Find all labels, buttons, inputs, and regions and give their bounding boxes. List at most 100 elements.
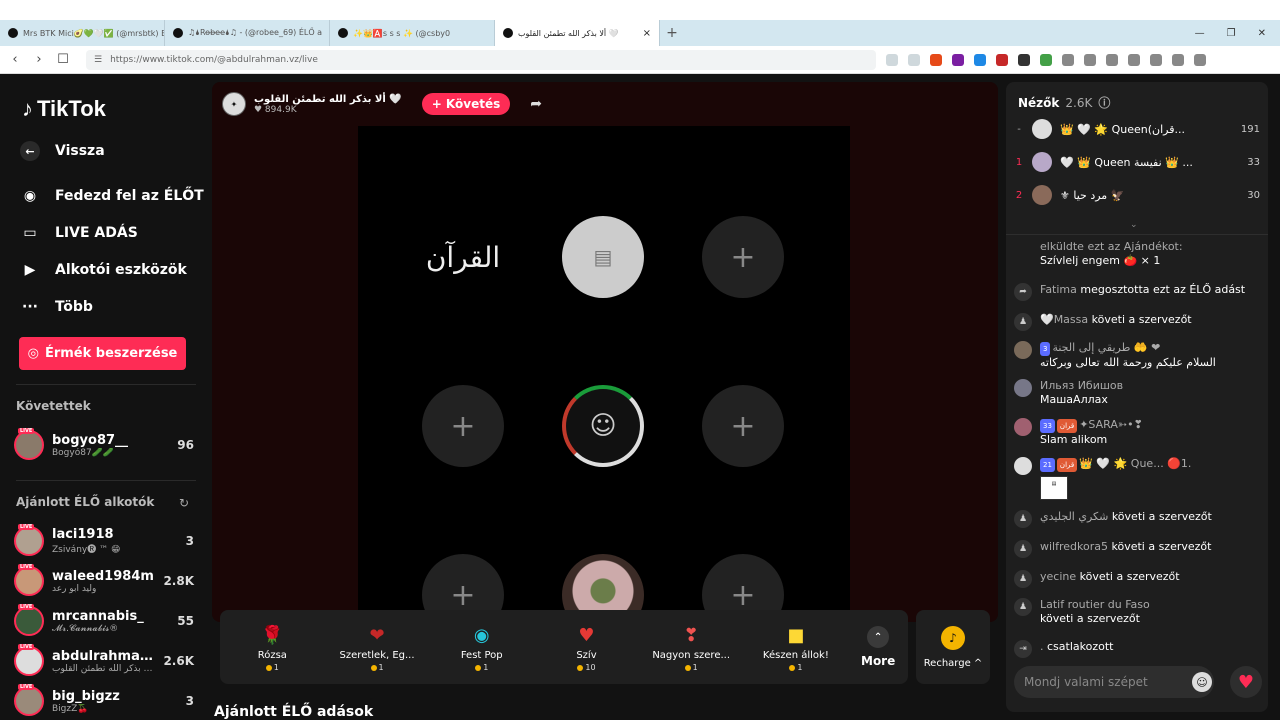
message-name[interactable]: yecine — [1040, 570, 1076, 583]
browser-tab[interactable]: Mrs BTK Mici🥑💚🤍✅ (@mrsbtk) E — [0, 20, 165, 46]
chat-follow-message: ♟ yecine követi a szervezőt — [1014, 570, 1262, 588]
extension-icon[interactable] — [1084, 53, 1096, 66]
chevron-down-icon[interactable]: ⌄ — [1130, 220, 1138, 230]
viewers-header[interactable]: Nézők 2.6K ⓘ — [1018, 94, 1110, 111]
gift-item[interactable]: ◉ Fest Pop 1 — [429, 622, 534, 673]
site-info-icon[interactable]: ☰ — [94, 55, 102, 65]
refresh-icon[interactable]: ↻ — [179, 496, 189, 510]
recommended-item[interactable]: LIVE abdulrahman... ألا بذكر الله تطمئن ا… — [14, 643, 194, 679]
recharge-button[interactable]: ♪ Recharge ^ — [916, 610, 990, 684]
message-name[interactable]: 👑 🤍 🌟 Que... 🔴1. — [1079, 457, 1191, 470]
viewer-name: ⚜ مرد حيا 🦅 — [1060, 188, 1125, 202]
browser-tab[interactable]: ✨👑🅰️ꜱ ꜱ ꜱ ✨ (@csby0 — [330, 20, 495, 46]
viewer-count: 55 — [177, 614, 194, 628]
url-text: https://www.tiktok.com/@abdulrahman.vz/l… — [110, 54, 318, 65]
message-name[interactable]: wilfredkora5 — [1040, 540, 1108, 553]
message-name[interactable]: ✦SARA➳•❣ — [1079, 418, 1143, 431]
creator-tools-icon: ▶ — [24, 262, 36, 278]
avatar[interactable] — [1014, 457, 1032, 475]
extension-icon[interactable] — [1106, 53, 1118, 66]
extension-icon[interactable] — [1172, 53, 1184, 66]
quran-page-icon: ▤ — [593, 245, 613, 269]
top-viewer-row[interactable]: 2 ⚜ مرد حيا 🦅 30 — [1014, 184, 1260, 206]
avatar[interactable] — [1014, 341, 1032, 359]
menu-icon[interactable] — [1194, 53, 1206, 66]
guest-slot-empty[interactable]: + — [702, 216, 784, 298]
guest-slot-occupied[interactable]: ☺ — [562, 385, 644, 467]
browser-tab-active[interactable]: ألا بذكر الله تطمئن القلوب 🤍 × — [495, 20, 660, 46]
recommended-item[interactable]: LIVE mrcannabis_ 𝓜𝓻.𝓒𝓪𝓷𝓷𝓪𝓫𝓲𝓼® 55 — [14, 603, 194, 639]
extension-icon[interactable] — [974, 53, 986, 66]
close-window-icon[interactable]: ✕ — [1258, 28, 1266, 39]
extension-icon[interactable] — [886, 53, 898, 66]
top-viewer-row[interactable]: - 👑 🤍 🌟 Queen(قران... 191 — [1014, 118, 1260, 140]
plus-icon: + — [450, 577, 476, 613]
minimize-icon[interactable]: — — [1195, 28, 1205, 39]
video-camera-icon: ▭ — [23, 225, 37, 241]
extension-icon[interactable] — [996, 53, 1008, 66]
message-name[interactable]: Fatima — [1040, 283, 1077, 296]
avatar: LIVE — [14, 564, 44, 596]
message-name[interactable]: . — [1040, 640, 1044, 653]
message-name[interactable]: Latif routier du Faso — [1040, 598, 1150, 611]
live-stream-player[interactable]: ✦ ألا بذكر الله تطمئن القلوب 🤍 ♥ 894.9K … — [212, 82, 998, 622]
extension-icon[interactable] — [1062, 53, 1074, 66]
nav-more[interactable]: ··· Több — [19, 296, 93, 318]
extension-icon[interactable] — [952, 53, 964, 66]
live-badge: LIVE — [18, 644, 35, 650]
extension-icon[interactable] — [908, 53, 920, 66]
browser-tab-bar: Mrs BTK Mici🥑💚🤍✅ (@mrsbtk) E ♫🌢Ro̶b̶e̶e̶… — [0, 20, 1280, 46]
gift-item[interactable]: 🌹 Rózsa 1 — [220, 622, 325, 673]
gift-item[interactable]: ■ Készen állok! 1 — [744, 622, 849, 673]
gift-price: 1 — [789, 663, 802, 672]
chat-input[interactable]: Mondj valami szépet — [1014, 666, 1214, 698]
guest-slot-occupied[interactable]: ▤ — [562, 216, 644, 298]
browser-tab[interactable]: ♫🌢Ro̶b̶e̶e̶🌢♫ - (@robee_69) ÉLŐ a — [165, 20, 330, 46]
forward-icon[interactable]: › — [32, 52, 46, 67]
message-name[interactable]: 🤍Massa — [1040, 313, 1088, 326]
extension-icon[interactable] — [1040, 53, 1052, 66]
back-icon[interactable]: ‹ — [8, 52, 22, 67]
like-heart-icon[interactable]: ♥ — [1230, 666, 1262, 698]
guest-slot-empty[interactable]: + — [422, 385, 504, 467]
nav-back[interactable]: ← Vissza — [19, 140, 105, 162]
host-avatar[interactable]: ✦ — [222, 92, 246, 116]
recommended-item[interactable]: LIVE waleed1984m وليد ابو رعد 2.8K — [14, 563, 194, 599]
info-icon[interactable]: ⓘ — [1098, 94, 1110, 111]
follow-button[interactable]: + Követés — [421, 93, 511, 115]
message-name[interactable]: Ильяз Ибишов — [1040, 379, 1123, 392]
guest-slot-calligraphy[interactable]: القرآن — [422, 216, 504, 298]
nav-explore-live[interactable]: ◉ Fedezd fel az ÉLŐT — [19, 185, 204, 207]
bookmark-icon[interactable]: ☐ — [56, 52, 70, 67]
tiktok-note-icon: ♪ — [22, 96, 33, 121]
emoji-icon[interactable]: ☺ — [1192, 672, 1212, 692]
guest-slot-empty[interactable]: + — [702, 385, 784, 467]
get-coins-button[interactable]: ◎ Érmék beszerzése — [19, 337, 186, 370]
extension-icon[interactable] — [1128, 53, 1140, 66]
new-tab-button[interactable]: + — [660, 25, 684, 41]
more-gifts-button[interactable]: ⌃ More — [848, 626, 908, 668]
recommended-item[interactable]: LIVE big_bigzz BigzZ🍒 3 — [14, 683, 194, 719]
maximize-icon[interactable]: ❐ — [1227, 28, 1236, 39]
avatar[interactable] — [1014, 418, 1032, 436]
extension-icon[interactable] — [1150, 53, 1162, 66]
host-name[interactable]: ألا بذكر الله تطمئن القلوب 🤍 — [254, 94, 402, 105]
nav-go-live[interactable]: ▭ LIVE ADÁS — [19, 222, 137, 244]
extension-icon[interactable] — [930, 53, 942, 66]
close-tab-icon[interactable]: × — [643, 28, 651, 39]
avatar[interactable] — [1014, 379, 1032, 397]
gift-item[interactable]: ♥ Szív 10 — [534, 622, 639, 673]
message-name[interactable]: طريقي إلى الجنة 🤲 ❤ — [1052, 341, 1160, 354]
avatar — [1032, 119, 1052, 139]
following-item[interactable]: LIVE bogyo87__ Bogyó87🥒🥒 96 — [14, 427, 194, 463]
tiktok-logo[interactable]: ♪ TikTok — [22, 96, 106, 122]
message-name[interactable]: شكري الجليدي — [1040, 510, 1108, 523]
nav-creator-tools[interactable]: ▶ Alkotói eszközök — [19, 259, 187, 281]
recommended-item[interactable]: LIVE laci1918 Zsivány🅡 ™ 😁 3 — [14, 523, 194, 559]
gift-item[interactable]: ❤ Szeretlek, Eg... 1 — [325, 622, 430, 673]
share-icon[interactable]: ➦ — [530, 96, 542, 112]
url-field[interactable]: ☰ https://www.tiktok.com/@abdulrahman.vz… — [86, 49, 876, 70]
extension-icon[interactable] — [1018, 53, 1030, 66]
top-viewer-row[interactable]: 1 🤍 👑 Queen نفيسة 👑 ... 33 — [1014, 151, 1260, 173]
gift-item[interactable]: ❣ Nagyon szere... 1 — [639, 622, 744, 673]
